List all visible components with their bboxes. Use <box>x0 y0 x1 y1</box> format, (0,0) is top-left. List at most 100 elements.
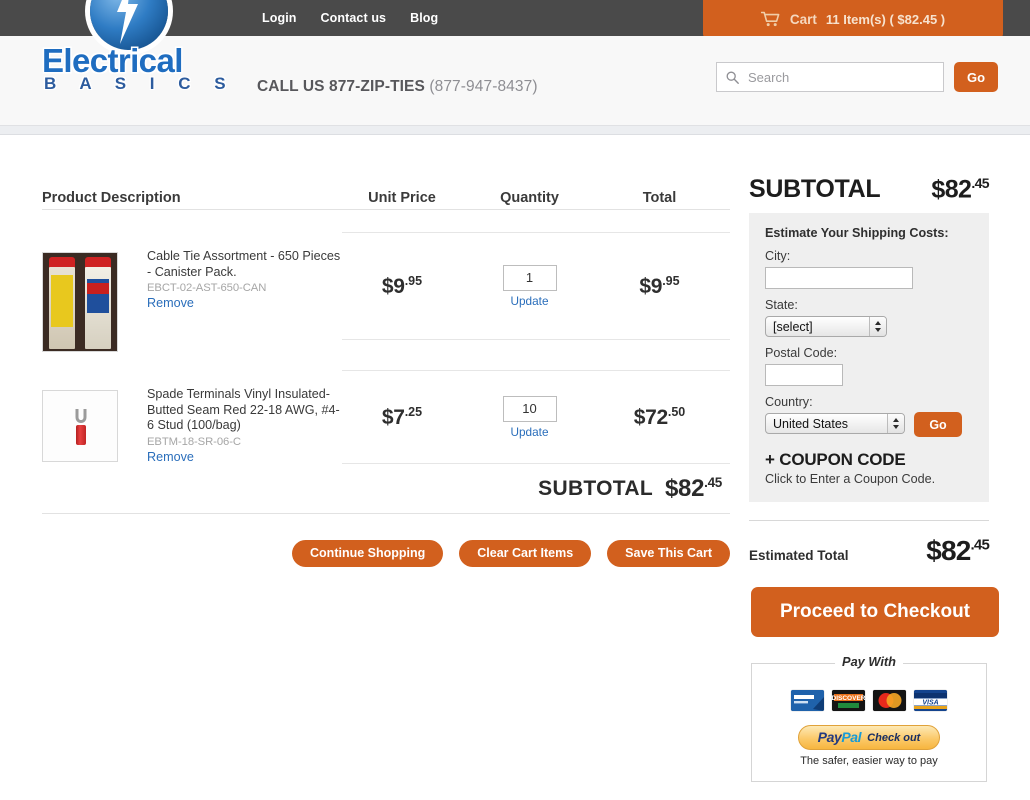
line-total-cell: $9.95 <box>597 274 722 299</box>
cart-action-buttons: Continue Shopping Clear Cart Items Save … <box>42 539 730 567</box>
paypal-checkout-label: Check out <box>867 731 921 744</box>
remove-item-link[interactable]: Remove <box>147 296 194 310</box>
column-header-description: Product Description <box>42 190 181 206</box>
logo-wordmark: Electrical <box>42 42 183 79</box>
row-values: $7.25 Update $72.50 <box>342 370 730 464</box>
state-label: State: <box>765 298 798 313</box>
table-row: Cable Tie Assortment - 650 Pieces - Cani… <box>42 232 730 352</box>
cart-button[interactable]: Cart 11 Item(s) ( $82.45 ) <box>703 0 1003 38</box>
shipping-estimate-panel: Estimate Your Shipping Costs: City: Stat… <box>749 213 989 503</box>
unit-price-cell: $7.25 <box>342 405 462 430</box>
proceed-to-checkout-button[interactable]: Proceed to Checkout <box>751 587 999 638</box>
unit-price-value: $7.25 <box>381 404 423 429</box>
coupon-code-subtitle[interactable]: Click to Enter a Coupon Code. <box>765 472 973 486</box>
quantity-input[interactable] <box>502 264 557 291</box>
paypal-tagline: The safer, easier way to pay <box>800 755 938 768</box>
nav-link-login[interactable]: Login <box>262 11 297 25</box>
product-sku: EBCT-02-AST-650-CAN <box>147 282 267 294</box>
search-input[interactable] <box>746 68 926 86</box>
row-values: $9.95 Update $9.95 <box>342 232 730 340</box>
cart-subtotal-label: SUBTOTAL <box>538 477 653 500</box>
estimated-total-row: Estimated Total $82.45 <box>749 535 990 567</box>
red-spade-terminal-photo <box>42 390 118 462</box>
column-header-quantity: Quantity <box>500 190 559 206</box>
state-select-wrap: [select] <box>765 316 887 346</box>
shipping-go-button[interactable]: Go <box>914 412 962 438</box>
logo-subtext: B A S I C S <box>44 74 236 93</box>
header-band <box>0 126 1030 134</box>
call-us-main: CALL US 877-ZIP-TIES <box>257 78 425 95</box>
state-select[interactable]: [select] <box>765 316 887 338</box>
postal-code-label: Postal Code: <box>765 346 838 361</box>
paypal-logo-icon: PayPal <box>817 728 862 745</box>
country-select-wrap: United States <box>765 413 905 443</box>
shipping-estimate-title: Estimate Your Shipping Costs: <box>765 226 949 241</box>
sidebar-subtotal-value: $82.45 <box>931 175 989 204</box>
unit-price-cell: $9.95 <box>342 274 462 299</box>
coupon-code-title[interactable]: + COUPON CODE <box>765 450 973 470</box>
cart-subtotal-value: $82.45 <box>664 475 722 502</box>
remove-item-link[interactable]: Remove <box>147 450 194 464</box>
country-select[interactable]: United States <box>765 413 905 435</box>
search-box[interactable] <box>716 62 944 92</box>
visa-card-icon: VISA <box>914 690 947 712</box>
city-input[interactable] <box>765 267 913 290</box>
sidebar-subtotal-row: SUBTOTAL $82.45 <box>749 175 990 204</box>
product-name[interactable]: Cable Tie Assortment - 650 Pieces - Cani… <box>147 249 342 280</box>
clear-cart-items-button[interactable]: Clear Cart Items <box>459 539 592 567</box>
cart-label: Cart <box>789 11 817 27</box>
call-us-text: CALL US 877-ZIP-TIES (877-947-8437) <box>257 78 538 96</box>
discover-card-icon: DISCOVER <box>832 690 865 712</box>
lightning-bolt-glyph-icon <box>112 0 142 44</box>
column-header-unit-price: Unit Price <box>368 190 436 206</box>
call-us-phone: (877-947-8437) <box>429 78 538 95</box>
sidebar-subtotal-label: SUBTOTAL <box>749 175 881 204</box>
svg-text:VISA: VISA <box>922 700 938 707</box>
quantity-cell: Update <box>462 395 597 439</box>
update-quantity-link[interactable]: Update <box>462 425 597 439</box>
product-image-cell <box>42 232 147 352</box>
product-info-cell: Spade Terminals Vinyl Insulated-Butted S… <box>147 370 342 466</box>
nav-link-contact-us[interactable]: Contact us <box>321 11 387 25</box>
cable-tie-canister-photo <box>42 252 118 352</box>
pay-with-section: Pay With DISCOVER VISA PayPal Check out … <box>751 654 987 783</box>
save-this-cart-button[interactable]: Save This Cart <box>607 539 730 567</box>
header-band-edge <box>0 134 1030 135</box>
pay-with-box: DISCOVER VISA PayPal Check out The safer… <box>751 663 987 783</box>
cart-summary: 11 Item(s) ( $82.45 ) <box>825 11 946 27</box>
update-quantity-link[interactable]: Update <box>462 294 597 308</box>
site-logo[interactable]: Electrical B A S I C S <box>42 0 267 97</box>
city-label: City: <box>765 249 791 264</box>
table-row: Spade Terminals Vinyl Insulated-Butted S… <box>42 370 730 466</box>
quantity-input[interactable] <box>502 395 557 422</box>
search-icon <box>726 71 739 84</box>
line-total-value: $72.50 <box>633 404 686 429</box>
top-navigation: Login Contact us Blog <box>262 11 438 25</box>
shopping-cart-icon <box>760 11 781 27</box>
country-row: United States Go <box>765 412 973 443</box>
paypal-checkout-button[interactable]: PayPal Check out <box>798 725 940 751</box>
line-total-cell: $72.50 <box>597 405 722 430</box>
search-go-button[interactable]: Go <box>954 62 998 92</box>
product-name[interactable]: Spade Terminals Vinyl Insulated-Butted S… <box>147 387 342 434</box>
column-header-total: Total <box>642 190 677 206</box>
cart-subtotal-row: SUBTOTAL $82.45 <box>42 466 730 514</box>
mastercard-card-icon <box>873 690 906 712</box>
nav-link-blog[interactable]: Blog <box>410 11 438 25</box>
postal-code-input[interactable] <box>765 364 843 387</box>
quantity-cell: Update <box>462 264 597 308</box>
estimated-total-label: Estimated Total <box>749 548 849 564</box>
continue-shopping-button[interactable]: Continue Shopping <box>292 539 444 567</box>
estimated-total-value: $82.45 <box>926 535 990 567</box>
cart-table-header: Product Description Unit Price Quantity … <box>42 178 730 210</box>
product-image-cell <box>42 370 147 466</box>
country-label: Country: <box>765 395 813 410</box>
unit-price-value: $9.95 <box>381 273 423 298</box>
product-sku: EBTM-18-SR-06-C <box>147 435 241 448</box>
american-express-card-icon <box>791 690 824 712</box>
cart-table: Product Description Unit Price Quantity … <box>42 178 730 567</box>
svg-text:DISCOVER: DISCOVER <box>832 695 865 702</box>
pay-with-title: Pay With <box>835 654 903 670</box>
cart-sidebar: SUBTOTAL $82.45 Estimate Your Shipping C… <box>749 175 999 783</box>
accepted-cards: DISCOVER VISA <box>762 690 976 712</box>
